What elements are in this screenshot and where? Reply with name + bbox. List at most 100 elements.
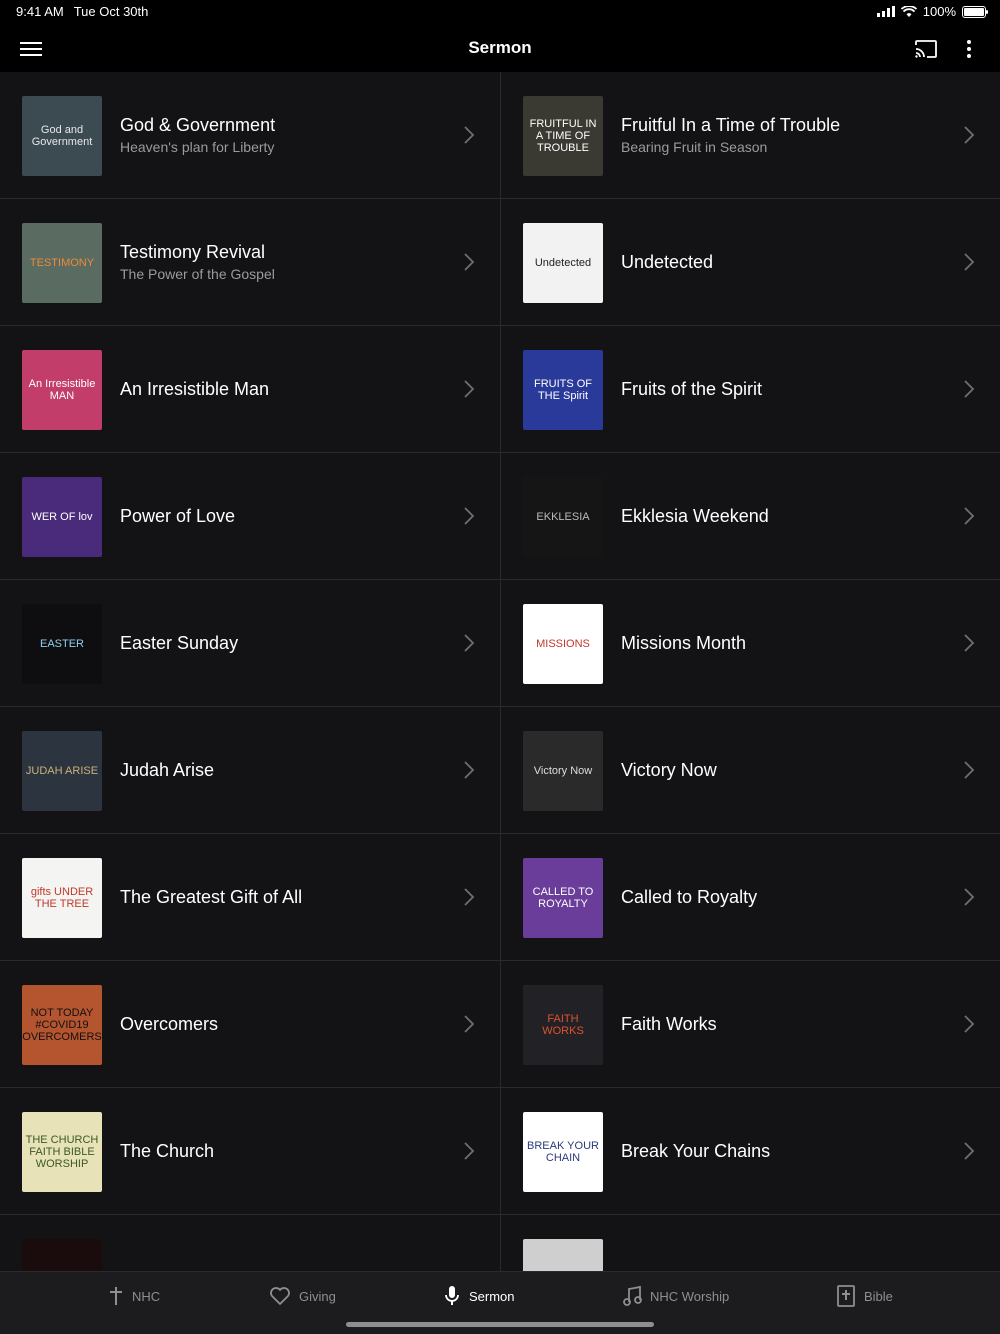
- sermon-series-row[interactable]: An Irresistible MAN An Irresistible Man: [0, 326, 500, 453]
- series-text: Undetected: [621, 199, 940, 325]
- series-artwork: CALLED TO ROYALTY: [523, 858, 603, 938]
- cross-icon: [110, 1287, 122, 1305]
- chevron-right-icon: [964, 1142, 975, 1160]
- artwork-text: BREAK YOUR CHAIN: [527, 1139, 599, 1164]
- page-title: Sermon: [468, 38, 532, 57]
- series-artwork: MISSIONS: [523, 604, 603, 684]
- series-title: God & Government: [120, 115, 276, 135]
- sermon-series-row[interactable]: FRUITFUL IN A TIME OF TROUBLE Fruitful In…: [501, 72, 1000, 199]
- series-text: The Greatest Gift of All: [120, 834, 440, 960]
- tab-sermon[interactable]: Sermon: [443, 1284, 515, 1308]
- series-text: Called to Royalty: [621, 834, 940, 960]
- tab-bar: NHC Giving Sermon NHC Worship Bible: [0, 1271, 1000, 1334]
- chevron-right-icon: [464, 253, 475, 271]
- sermon-series-row[interactable]: EKKLESIA Ekklesia Weekend: [501, 453, 1000, 580]
- artwork-text: An Irresistible MAN: [28, 377, 96, 402]
- heart-icon: [270, 1287, 290, 1305]
- chevron-right-icon: [464, 126, 475, 144]
- sermon-series-row[interactable]: WER OF lov Power of Love: [0, 453, 500, 580]
- chevron-right-icon: [964, 1015, 975, 1033]
- series-artwork: Undetected: [523, 223, 603, 303]
- series-text: [120, 1215, 440, 1271]
- series-text: Fruitful In a Time of Trouble Bearing Fru…: [621, 72, 940, 198]
- tab-label: Bible: [864, 1288, 893, 1304]
- series-title: Testimony Revival: [120, 242, 266, 262]
- sermon-series-row[interactable]: FRUITS OF THE Spirit Fruits of the Spirit: [501, 326, 1000, 453]
- artwork-text: MISSIONS: [536, 637, 590, 650]
- sermon-series-row[interactable]: FAITH WORKS Faith Works: [501, 961, 1000, 1088]
- artwork-text: THE CHURCH FAITH BIBLE WORSHIP: [25, 1133, 99, 1171]
- chevron-right-icon: [964, 253, 975, 271]
- sermon-series-row[interactable]: TESTIMONY Testimony Revival The Power of t…: [0, 199, 500, 326]
- chevron-right-icon: [464, 888, 475, 906]
- sermon-series-row[interactable]: BREAK YOUR CHAIN Break Your Chains: [501, 1088, 1000, 1215]
- series-subtitle: Bearing Fruit in Season: [621, 139, 768, 155]
- wifi-icon: [900, 5, 917, 17]
- series-artwork: God and Government: [22, 96, 102, 176]
- cast-icon[interactable]: [913, 36, 939, 62]
- sermon-series-row[interactable]: SEXUALITY: [501, 1215, 1000, 1271]
- series-title: Judah Arise: [120, 759, 215, 780]
- artwork-text: CALLED TO ROYALTY: [532, 885, 594, 910]
- artwork-text: FAITH WORKS: [542, 1012, 584, 1037]
- sermon-series-row[interactable]: CALLED TO ROYALTY Called to Royalty: [501, 834, 1000, 961]
- series-artwork: TESTIMONY: [22, 223, 102, 303]
- series-title: Victory Now: [621, 759, 717, 780]
- series-title: Break Your Chains: [621, 1140, 771, 1161]
- series-artwork: EKKLESIA: [523, 477, 603, 557]
- chevron-right-icon: [964, 380, 975, 398]
- tab-label: Giving: [299, 1288, 336, 1304]
- status-bar: 9:41 AM Tue Oct 30th 100%: [0, 0, 1000, 24]
- series-title: Faith Works: [621, 1013, 717, 1034]
- series-artwork: An Irresistible MAN: [22, 350, 102, 430]
- series-title: Easter Sunday: [120, 632, 239, 653]
- series-artwork: WER OF lov: [22, 477, 102, 557]
- sermon-series-row[interactable]: Undetected Undetected: [501, 199, 1000, 326]
- artwork-text: FRUITS OF THE Spirit: [533, 377, 593, 402]
- sermon-series-row[interactable]: Victory Now Victory Now: [501, 707, 1000, 834]
- series-text: Overcomers: [120, 961, 440, 1087]
- sermon-series-row[interactable]: gifts UNDER THE TREE The Greatest Gift of…: [0, 834, 500, 961]
- sermon-series-row[interactable]: RED: [0, 1215, 500, 1271]
- series-text: Victory Now: [621, 707, 940, 833]
- tab-nhc-worship[interactable]: NHC Worship: [622, 1284, 729, 1308]
- series-title: Fruits of the Spirit: [621, 378, 763, 399]
- chevron-right-icon: [964, 761, 975, 779]
- artwork-text: TESTIMONY: [29, 256, 95, 269]
- chevron-right-icon: [964, 126, 975, 144]
- series-artwork: Victory Now: [523, 731, 603, 811]
- series-text: Ekklesia Weekend: [621, 453, 940, 579]
- battery-percent: 100%: [922, 4, 956, 19]
- series-artwork: JUDAH ARISE: [22, 731, 102, 811]
- status-time: 9:41 AM: [16, 4, 64, 19]
- artwork-text: Victory Now: [533, 764, 593, 777]
- sermon-series-row[interactable]: JUDAH ARISE Judah Arise: [0, 707, 500, 834]
- series-artwork: FRUITFUL IN A TIME OF TROUBLE: [523, 96, 603, 176]
- series-title: Missions Month: [621, 632, 747, 653]
- series-text: Missions Month: [621, 580, 940, 706]
- sermon-series-row[interactable]: EASTER Easter Sunday: [0, 580, 500, 707]
- sermon-series-row[interactable]: THE CHURCH FAITH BIBLE WORSHIP The Church: [0, 1088, 500, 1215]
- sermon-series-row[interactable]: NOT TODAY #COVID19 OVERCOMERS Overcomers: [0, 961, 500, 1088]
- artwork-text: FRUITFUL IN A TIME OF TROUBLE: [529, 117, 597, 155]
- sermon-series-row[interactable]: God and Government God & Government Heaven…: [0, 72, 500, 199]
- navigation-bar: Sermon: [0, 24, 1000, 72]
- series-artwork: RED: [22, 1239, 102, 1271]
- more-options-icon[interactable]: [956, 36, 982, 62]
- tab-bible[interactable]: Bible: [836, 1284, 893, 1308]
- series-text: Break Your Chains: [621, 1088, 940, 1214]
- artwork-text: NOT TODAY #COVID19 OVERCOMERS: [22, 1006, 102, 1044]
- series-artwork: NOT TODAY #COVID19 OVERCOMERS: [22, 985, 102, 1065]
- series-artwork: gifts UNDER THE TREE: [22, 858, 102, 938]
- tab-label: NHC Worship: [650, 1288, 730, 1304]
- artwork-text: God and Government: [31, 123, 93, 148]
- sermon-column-left: God and Government God & Government Heaven…: [0, 72, 500, 1271]
- series-title: Ekklesia Weekend: [621, 505, 769, 526]
- sermon-series-row[interactable]: MISSIONS Missions Month: [501, 580, 1000, 707]
- series-text: Judah Arise: [120, 707, 440, 833]
- chevron-right-icon: [464, 1015, 475, 1033]
- series-artwork: EASTER: [22, 604, 102, 684]
- tab-nhc[interactable]: NHC: [108, 1284, 160, 1308]
- tab-giving[interactable]: Giving: [269, 1284, 336, 1308]
- series-text: Fruits of the Spirit: [621, 326, 940, 452]
